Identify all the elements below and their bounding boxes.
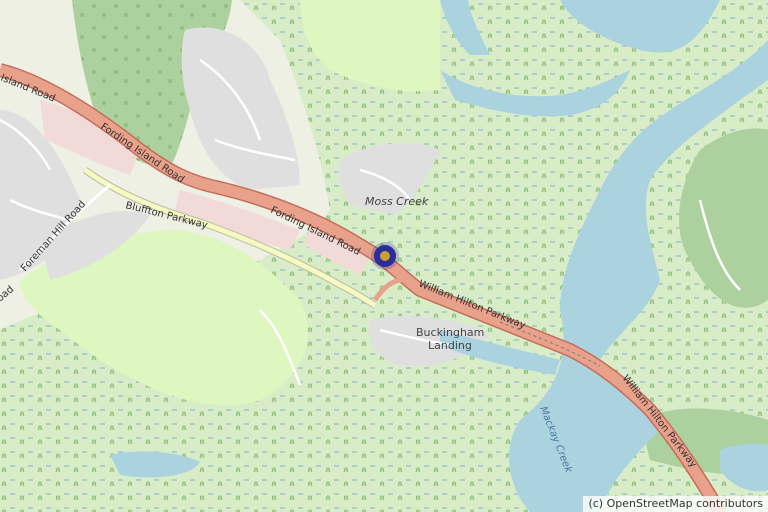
label-buckingham: Buckingham — [416, 326, 484, 339]
location-marker[interactable] — [371, 242, 399, 270]
map-canvas[interactable]: Island Road Fording Island Road Fording … — [0, 0, 768, 512]
label-landing: Landing — [428, 339, 472, 352]
map-attribution[interactable]: (c) OpenStreetMap contributors — [583, 496, 768, 512]
map-view[interactable]: Island Road Fording Island Road Fording … — [0, 0, 768, 512]
label-moss-creek: Moss Creek — [365, 195, 429, 208]
